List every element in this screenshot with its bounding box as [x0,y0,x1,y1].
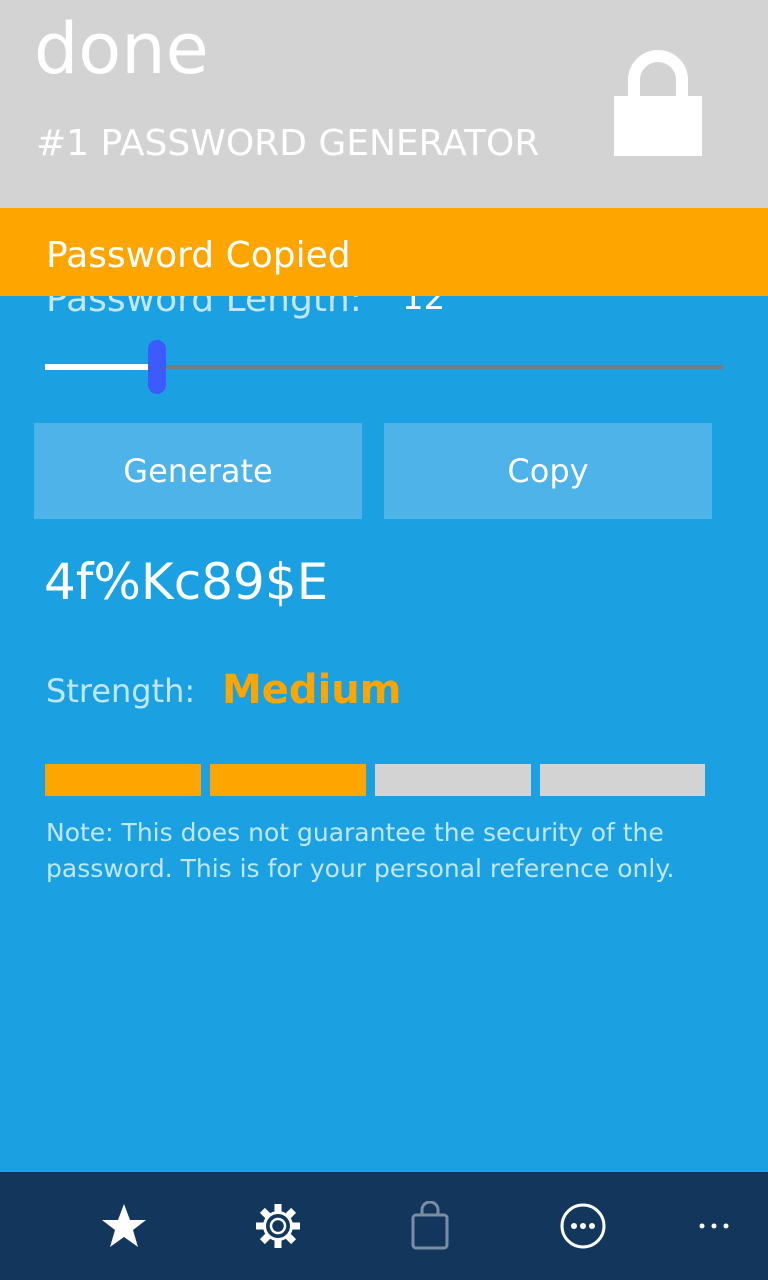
strength-meter-segment [540,764,705,796]
strength-value: Medium [222,667,402,713]
app-subtitle: #1 PASSWORD GENERATOR [36,123,540,164]
gear-icon [256,1204,300,1248]
strength-meter-segment [375,764,531,796]
header: done #1 PASSWORD GENERATOR [0,0,768,208]
app-name: done [34,8,209,90]
settings-button[interactable] [252,1200,304,1252]
strength-meter [45,764,705,796]
generate-button[interactable]: Generate [34,423,362,519]
toast-message: Password Copied [46,235,351,276]
password-dots-icon [560,1203,606,1249]
password-button[interactable] [557,1200,609,1252]
security-note: Note: This does not guarantee the securi… [46,818,675,883]
store-button[interactable] [404,1200,456,1252]
strength-meter-segment [45,764,201,796]
slider-thumb[interactable] [148,340,166,394]
favorite-button[interactable] [98,1200,150,1252]
shopping-bag-icon [411,1201,449,1250]
toast-notification: Password Copied [0,208,768,296]
app-bar [0,1172,768,1280]
password-length-slider[interactable] [45,340,723,396]
more-icon[interactable] [690,1200,742,1252]
generated-password: 4f%Kc89$E [44,553,329,611]
strength-label: Strength: [46,672,196,710]
copy-button[interactable]: Copy [384,423,712,519]
star-icon [102,1204,146,1247]
lock-icon [614,50,702,156]
slider-fill [45,364,157,370]
strength-meter-segment [210,764,366,796]
